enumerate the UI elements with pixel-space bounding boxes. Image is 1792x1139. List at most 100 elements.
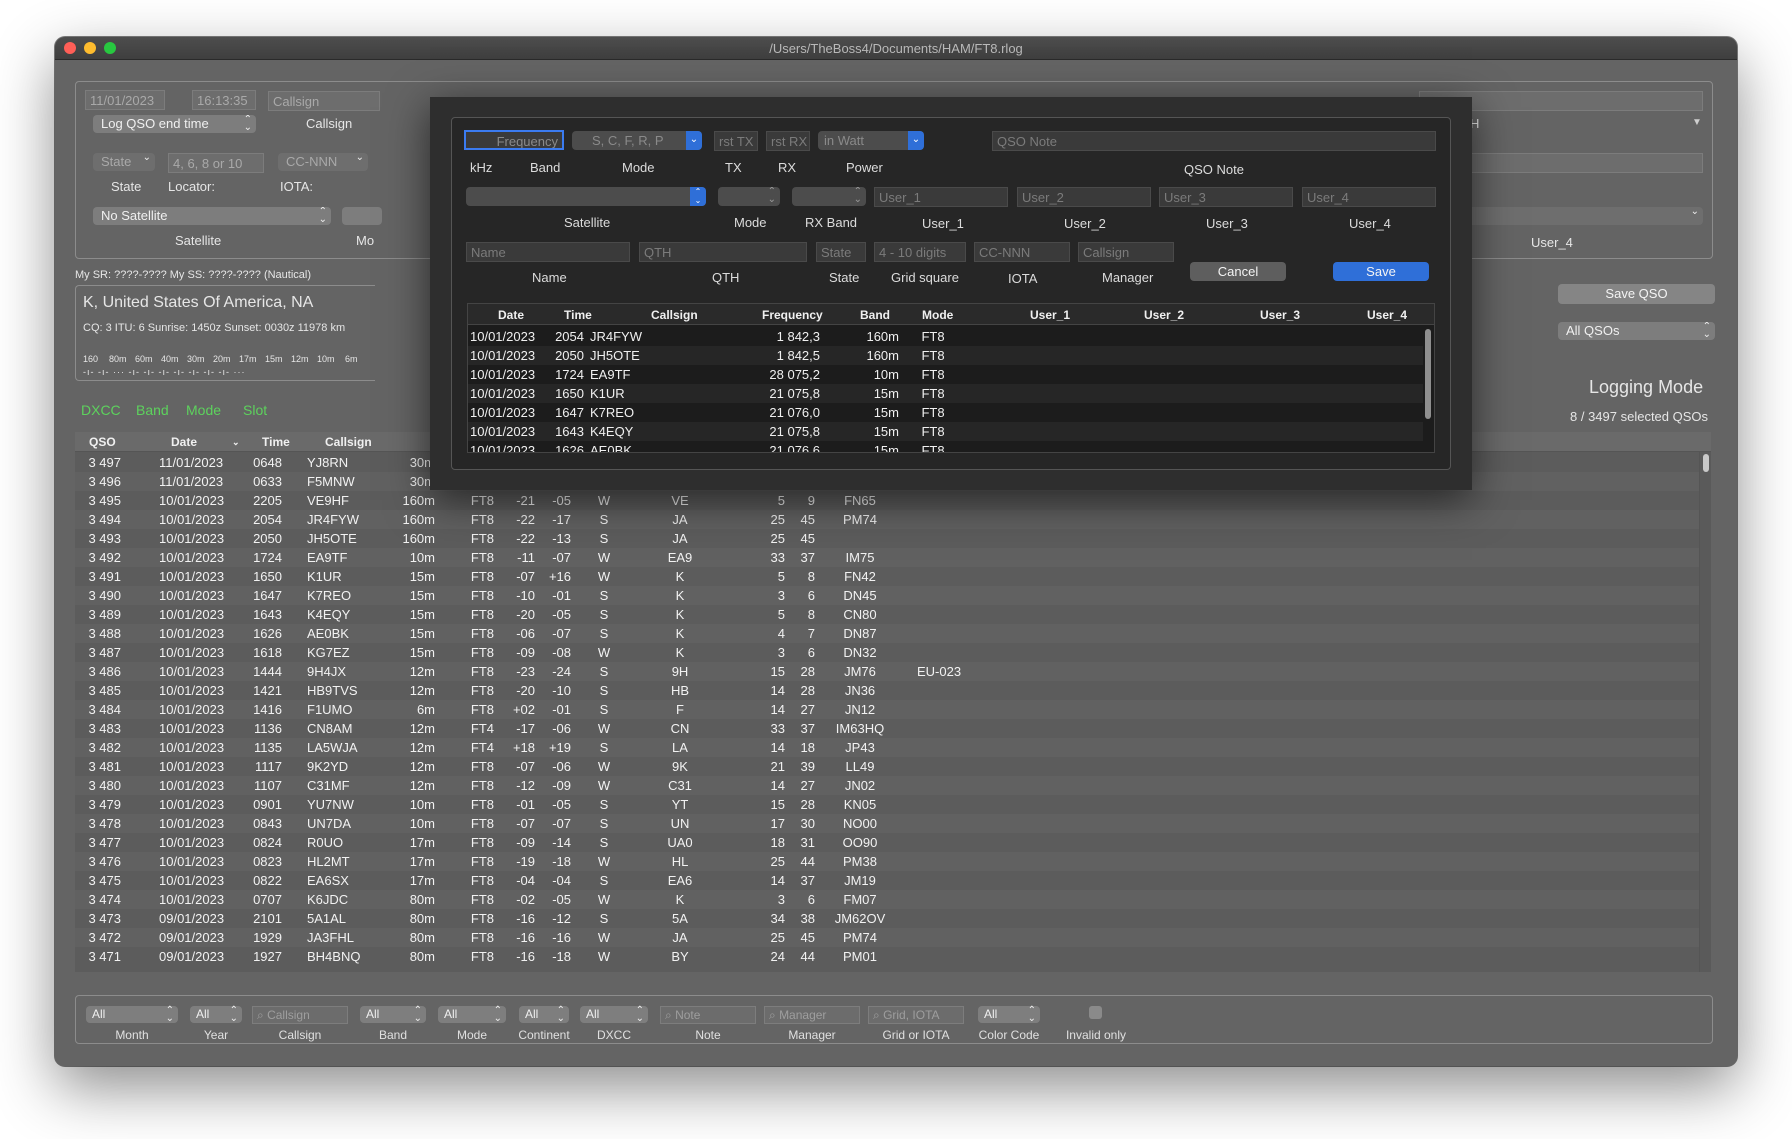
power-select[interactable]: in Watt ⌄ [818, 131, 924, 150]
col-user2[interactable]: User_2 [1144, 308, 1184, 322]
qso-note-input[interactable]: QSO Note [992, 131, 1436, 151]
cell-itu: 38 [800, 911, 815, 926]
tab-band[interactable]: Band [136, 402, 169, 418]
user4-input[interactable]: User_4 [1302, 187, 1436, 207]
grid-square-input[interactable]: 4 - 10 digits [874, 242, 966, 262]
col-band[interactable]: Band [860, 308, 890, 322]
rx-band-select[interactable]: ⌃ ⌄ [792, 187, 866, 206]
col-qso[interactable]: QSO [89, 435, 116, 449]
col-time[interactable]: Time [262, 435, 290, 449]
table-row[interactable]: 3 485 10/01/2023 1421 HB9TVS 12m FT8 -20 -10 S HB… [75, 681, 1700, 700]
satellite-select-dialog[interactable]: ⌃ ⌄ [466, 187, 706, 206]
rst-tx-input[interactable]: rst TX [714, 131, 758, 151]
matching-row[interactable]: 10/01/2023 1643 K4EQY 21 075,8 15m FT8 [468, 422, 1423, 441]
table-row[interactable]: 3 494 10/01/2023 2054 JR4FYW 160m FT8 -22 -17 S J… [75, 510, 1700, 529]
table-row[interactable]: 3 480 10/01/2023 1107 C31MF 12m FT8 -12 -09 W C31… [75, 776, 1700, 795]
table-row[interactable]: 3 492 10/01/2023 1724 EA9TF 10m FT8 -11 -07 W EA9… [75, 548, 1700, 567]
rst-rx-input[interactable]: rst RX [766, 131, 810, 151]
iota-select[interactable]: CC-NNN ⌄ [278, 153, 368, 171]
table-row[interactable]: 3 493 10/01/2023 2050 JH5OTE 160m FT8 -22 -13 S J… [75, 529, 1700, 548]
frequency-input[interactable]: Frequency [464, 130, 564, 150]
table-row[interactable]: 3 482 10/01/2023 1135 LA5WJA 12m FT4 +18 +19 S LA… [75, 738, 1700, 757]
tab-slot[interactable]: Slot [243, 402, 267, 418]
table-row[interactable]: 3 475 10/01/2023 0822 EA6SX 17m FT8 -04 -04 S EA6… [75, 871, 1700, 890]
band-filter[interactable]: All ⌃ ⌄ [360, 1006, 426, 1024]
matching-row[interactable]: 10/01/2023 2054 JR4FYW 1 842,3 160m FT8 [468, 327, 1423, 346]
dxcc-filter[interactable]: All ⌃ ⌄ [580, 1006, 648, 1024]
chevron-down-icon[interactable]: ▼ [1692, 117, 1702, 128]
table-row[interactable]: 3 479 10/01/2023 0901 YU7NW 10m FT8 -01 -05 S YT 1… [75, 795, 1700, 814]
manager-filter[interactable]: ⌕ Manager [764, 1006, 860, 1024]
table-row[interactable]: 3 472 09/01/2023 1929 JA3FHL 80m FT8 -16 -16 W JA… [75, 928, 1700, 947]
date-field[interactable]: 11/01/2023 [85, 90, 165, 110]
table-row[interactable]: 3 486 10/01/2023 1444 9H4JX 12m FT8 -23 -24 S 9H 1… [75, 662, 1700, 681]
table-row[interactable]: 3 474 10/01/2023 0707 K6JDC 80m FT8 -02 -05 W K 3 6… [75, 890, 1700, 909]
scroll-thumb[interactable] [1425, 329, 1431, 419]
tab-dxcc[interactable]: DXCC [81, 402, 121, 418]
note-filter[interactable]: ⌕ Note [660, 1006, 756, 1024]
col-callsign[interactable]: Callsign [651, 308, 698, 322]
manager-input[interactable]: Callsign [1078, 242, 1174, 262]
table-row[interactable]: 3 488 10/01/2023 1626 AE0BK 15m FT8 -06 -07 S K 4 7… [75, 624, 1700, 643]
col-user1[interactable]: User_1 [1030, 308, 1070, 322]
time-field[interactable]: 16:13:35 [192, 90, 256, 110]
mode-select[interactable]: S, C, F, R, P ⌄ [572, 131, 702, 150]
table-row[interactable]: 3 477 10/01/2023 0824 R0UO 17m FT8 -09 -14 S UA0 1… [75, 833, 1700, 852]
qth-input-dialog[interactable]: QTH [639, 242, 807, 262]
matching-row[interactable]: 10/01/2023 1650 K1UR 21 075,8 15m FT8 [468, 384, 1423, 403]
col-time[interactable]: Time [564, 308, 592, 322]
mode-filter[interactable]: All ⌃ ⌄ [438, 1006, 506, 1024]
table-row[interactable]: 3 489 10/01/2023 1643 K4EQY 15m FT8 -20 -05 S K 5 8… [75, 605, 1700, 624]
table-row[interactable]: 3 483 10/01/2023 1136 CN8AM 12m FT4 -17 -06 W CN 3… [75, 719, 1700, 738]
table-row[interactable]: 3 473 09/01/2023 2101 5A1AL 80m FT8 -16 -12 S 5A 3… [75, 909, 1700, 928]
table-row[interactable]: 3 491 10/01/2023 1650 K1UR 15m FT8 -07 +16 W K 5 8 F… [75, 567, 1700, 586]
locator-input[interactable]: 4, 6, 8 or 10 [168, 153, 264, 173]
iota-input[interactable]: CC-NNN [974, 242, 1070, 262]
col-user3[interactable]: User_3 [1260, 308, 1300, 322]
month-filter[interactable]: All ⌃ ⌄ [86, 1006, 178, 1024]
sat-mode-select[interactable]: ⌃ ⌄ [718, 187, 780, 206]
table-row[interactable]: 3 476 10/01/2023 0823 HL2MT 17m FT8 -19 -18 W HL 2… [75, 852, 1700, 871]
cancel-button[interactable]: Cancel [1190, 262, 1286, 281]
scroll-thumb[interactable] [1703, 454, 1709, 472]
mode-select-partial[interactable] [342, 207, 382, 225]
user2-input[interactable]: User_2 [1017, 187, 1151, 207]
save-qso-button[interactable]: Save QSO [1558, 284, 1715, 304]
col-date[interactable]: Date [171, 435, 197, 449]
table-row[interactable]: 3 478 10/01/2023 0843 UN7DA 10m FT8 -07 -07 S UN 1… [75, 814, 1700, 833]
color-code-filter[interactable]: All ⌃ ⌄ [978, 1006, 1040, 1024]
year-filter[interactable]: All ⌃ ⌄ [190, 1006, 242, 1024]
satellite-select[interactable]: No Satellite ⌃ ⌄ [93, 207, 331, 225]
save-button[interactable]: Save [1333, 262, 1429, 281]
state-select[interactable]: State ⌄ [93, 153, 155, 171]
table-scrollbar[interactable] [1699, 452, 1711, 972]
invalid-only-checkbox[interactable] [1089, 1006, 1102, 1019]
matching-row[interactable]: 10/01/2023 1724 EA9TF 28 075,2 10m FT8 [468, 365, 1423, 384]
table-row[interactable]: 3 484 10/01/2023 1416 F1UMO 6m FT8 +02 -01 S F 14 2… [75, 700, 1700, 719]
log-end-time-select[interactable]: Log QSO end time ⌃ ⌄ [93, 115, 256, 133]
name-input[interactable]: Name [466, 242, 630, 262]
col-user4[interactable]: User_4 [1367, 308, 1407, 322]
table-row[interactable]: 3 490 10/01/2023 1647 K7REO 15m FT8 -10 -01 S K 3 6… [75, 586, 1700, 605]
matching-table-scrollbar[interactable] [1422, 325, 1434, 452]
col-mode[interactable]: Mode [922, 308, 953, 322]
user3-input[interactable]: User_3 [1159, 187, 1293, 207]
tab-mode[interactable]: Mode [186, 402, 221, 418]
state-input[interactable]: State [816, 242, 866, 262]
user1-input[interactable]: User_1 [874, 187, 1008, 207]
callsign-filter[interactable]: ⌕ Callsign [252, 1006, 348, 1024]
continent-filter[interactable]: All ⌃ ⌄ [519, 1006, 569, 1024]
table-row[interactable]: 3 481 10/01/2023 1117 9K2YD 12m FT8 -07 -06 W 9K 2… [75, 757, 1700, 776]
table-row[interactable]: 3 495 10/01/2023 2205 VE9HF 160m FT8 -21 -05 W VE… [75, 491, 1700, 510]
table-row[interactable]: 3 487 10/01/2023 1618 KG7EZ 15m FT8 -09 -08 W K 3 6… [75, 643, 1700, 662]
col-callsign[interactable]: Callsign [325, 435, 372, 449]
col-frequency[interactable]: Frequency [762, 308, 823, 322]
qso-filter-select[interactable]: All QSOs ⌃ ⌄ [1558, 322, 1715, 340]
matching-row[interactable]: 10/01/2023 1626 AE0BK 21 076,6 15m FT8 [468, 441, 1423, 452]
col-date[interactable]: Date [498, 308, 524, 322]
matching-row[interactable]: 10/01/2023 1647 K7REO 21 076,0 15m FT8 [468, 403, 1423, 422]
table-row[interactable]: 3 471 09/01/2023 1927 BH4BNQ 80m FT8 -16 -18 W BY… [75, 947, 1700, 966]
grid-iota-filter[interactable]: ⌕ Grid, IOTA [868, 1006, 964, 1024]
matching-row[interactable]: 10/01/2023 2050 JH5OTE 1 842,5 160m FT8 [468, 346, 1423, 365]
callsign-input[interactable]: Callsign [268, 91, 380, 111]
